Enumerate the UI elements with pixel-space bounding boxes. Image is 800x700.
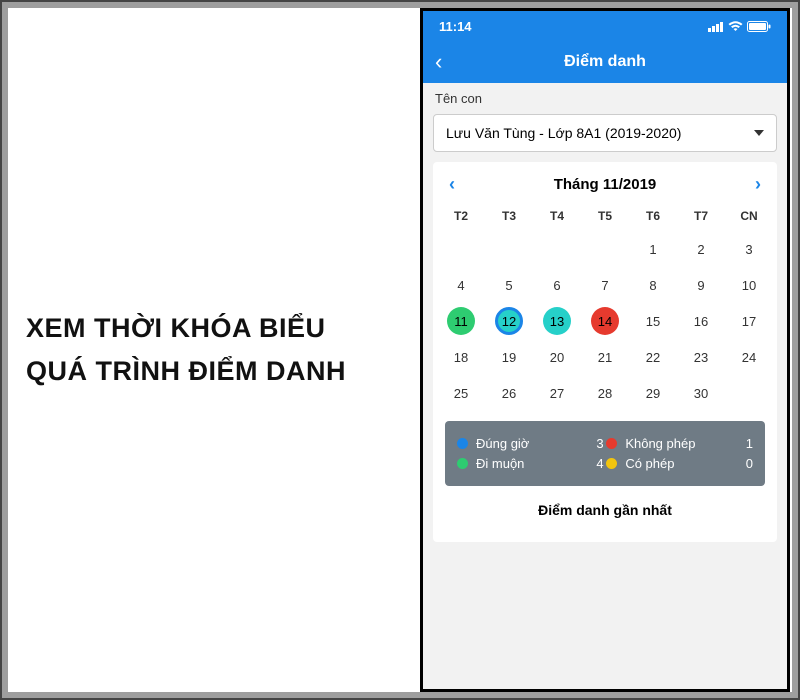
legend-label: Có phép xyxy=(625,456,674,471)
calendar-empty-cell xyxy=(437,231,485,267)
calendar-day[interactable]: 7 xyxy=(581,267,629,303)
calendar-day[interactable]: 19 xyxy=(485,339,533,375)
weekday-cell: T2 xyxy=(437,209,485,223)
legend-item-late: Đi muộn xyxy=(457,456,577,471)
left-caption-panel: XEM THỜI KHÓA BIỂU QUÁ TRÌNH ĐIỂM DANH xyxy=(8,8,420,692)
calendar-day[interactable]: 5 xyxy=(485,267,533,303)
caption-line-1: XEM THỜI KHÓA BIỂU xyxy=(26,313,420,344)
status-icons xyxy=(708,21,771,32)
calendar-day[interactable]: 20 xyxy=(533,339,581,375)
calendar-day[interactable]: 28 xyxy=(581,375,629,411)
recent-attendance-title: Điểm danh gần nhất xyxy=(437,486,773,534)
status-time: 11:14 xyxy=(439,19,472,34)
nav-title: Điểm danh xyxy=(564,53,646,71)
calendar-day[interactable]: 4 xyxy=(437,267,485,303)
legend-box: Đúng giờ 3 Không phép 1 xyxy=(445,421,765,486)
chevron-down-icon xyxy=(754,130,764,136)
signal-icon xyxy=(708,21,724,32)
battery-icon xyxy=(747,21,771,32)
phone-frame: 11:14 ‹ Điểm danh Tên con Lưu Văn Tùng -… xyxy=(420,8,790,692)
calendar-day[interactable]: 17 xyxy=(725,303,773,339)
legend-count: 0 xyxy=(729,456,753,471)
calendar-day[interactable]: 13 xyxy=(533,303,581,339)
calendar-day[interactable]: 1 xyxy=(629,231,677,267)
calendar-card: ‹ Tháng 11/2019 › T2T3T4T5T6T7CN 1234567… xyxy=(433,162,777,542)
calendar-day[interactable]: 8 xyxy=(629,267,677,303)
calendar-empty-cell xyxy=(485,231,533,267)
calendar-day[interactable]: 22 xyxy=(629,339,677,375)
legend-count: 4 xyxy=(580,456,604,471)
calendar-day[interactable]: 11 xyxy=(437,303,485,339)
calendar-day[interactable]: 21 xyxy=(581,339,629,375)
status-bar: 11:14 xyxy=(423,11,787,41)
calendar-day[interactable]: 14 xyxy=(581,303,629,339)
calendar-day[interactable]: 10 xyxy=(725,267,773,303)
legend-dot xyxy=(457,458,468,469)
calendar-day[interactable]: 15 xyxy=(629,303,677,339)
weekday-cell: CN xyxy=(725,209,773,223)
weekday-cell: T4 xyxy=(533,209,581,223)
calendar-day[interactable]: 2 xyxy=(677,231,725,267)
legend-dot xyxy=(457,438,468,449)
legend-label: Đi muộn xyxy=(476,456,524,471)
calendar-day[interactable]: 6 xyxy=(533,267,581,303)
student-label: Tên con xyxy=(423,83,787,110)
calendar-day[interactable]: 12 xyxy=(485,303,533,339)
weekday-cell: T5 xyxy=(581,209,629,223)
legend-label: Đúng giờ xyxy=(476,436,529,451)
calendar-day[interactable]: 25 xyxy=(437,375,485,411)
legend-count: 1 xyxy=(729,436,753,451)
weekday-header: T2T3T4T5T6T7CN xyxy=(437,205,773,231)
back-icon[interactable]: ‹ xyxy=(435,49,442,75)
calendar-day[interactable]: 26 xyxy=(485,375,533,411)
legend-item-ontime: Đúng giờ xyxy=(457,436,577,451)
calendar-day[interactable]: 23 xyxy=(677,339,725,375)
calendar-day[interactable]: 9 xyxy=(677,267,725,303)
calendar-day[interactable]: 30 xyxy=(677,375,725,411)
legend-count: 3 xyxy=(580,436,604,451)
calendar-day[interactable]: 16 xyxy=(677,303,725,339)
prev-month-button[interactable]: ‹ xyxy=(449,174,455,195)
calendar-day[interactable]: 29 xyxy=(629,375,677,411)
legend-label: Không phép xyxy=(625,436,695,451)
content-area: Tên con Lưu Văn Tùng - Lớp 8A1 (2019-202… xyxy=(423,83,787,689)
calendar-day[interactable]: 18 xyxy=(437,339,485,375)
wifi-icon xyxy=(728,21,743,32)
legend-dot xyxy=(606,438,617,449)
calendar-grid: 1234567891011121314151617181920212223242… xyxy=(437,231,773,411)
weekday-cell: T6 xyxy=(629,209,677,223)
student-select[interactable]: Lưu Văn Tùng - Lớp 8A1 (2019-2020) xyxy=(433,114,777,152)
legend-dot xyxy=(606,458,617,469)
month-switcher: ‹ Tháng 11/2019 › xyxy=(437,170,773,205)
calendar-empty-cell xyxy=(533,231,581,267)
calendar-day[interactable]: 3 xyxy=(725,231,773,267)
legend-item-excused: Có phép xyxy=(606,456,726,471)
next-month-button[interactable]: › xyxy=(755,174,761,195)
calendar-day[interactable]: 24 xyxy=(725,339,773,375)
nav-bar: ‹ Điểm danh xyxy=(423,41,787,83)
calendar-empty-cell xyxy=(581,231,629,267)
weekday-cell: T3 xyxy=(485,209,533,223)
legend-item-noexcuse: Không phép xyxy=(606,436,726,451)
student-selected-value: Lưu Văn Tùng - Lớp 8A1 (2019-2020) xyxy=(446,125,681,141)
caption-line-2: QUÁ TRÌNH ĐIỂM DANH xyxy=(26,356,420,387)
calendar-day[interactable]: 27 xyxy=(533,375,581,411)
weekday-cell: T7 xyxy=(677,209,725,223)
month-title: Tháng 11/2019 xyxy=(554,176,657,193)
